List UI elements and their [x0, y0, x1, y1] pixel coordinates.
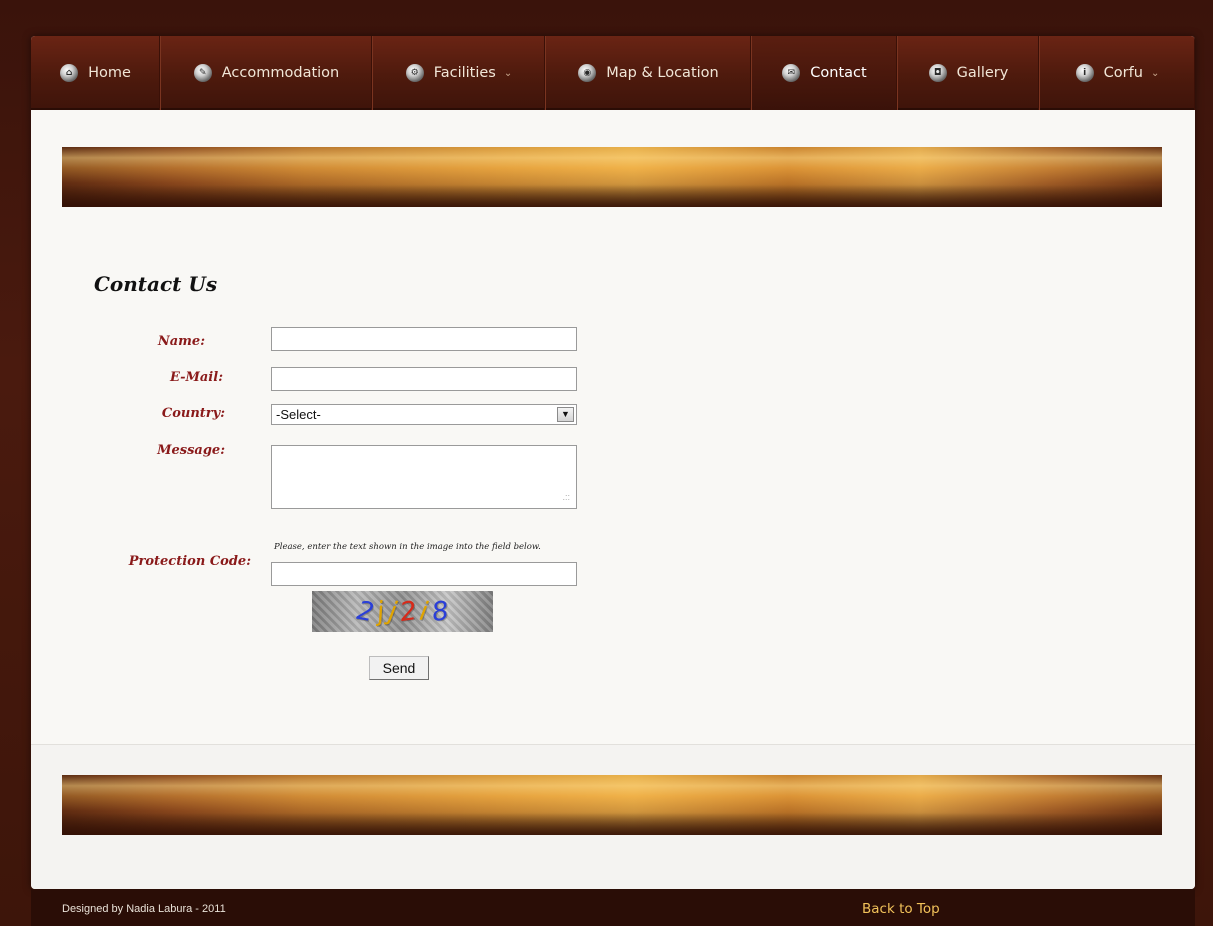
protection-code-label: Protection Code: [128, 554, 251, 569]
home-icon: ⌂ [60, 64, 79, 82]
email-label: E-Mail: [169, 370, 223, 385]
country-select-value: -Select- [276, 407, 321, 422]
name-field[interactable] [271, 327, 577, 351]
chevron-down-icon: ⌄ [503, 67, 513, 79]
dropdown-arrow-icon: ▼ [557, 407, 574, 422]
nav-item-label: Accommodation [221, 65, 340, 81]
nav-item-label: Facilities [433, 65, 496, 81]
captcha-char: j [386, 596, 399, 627]
country-label: Country: [161, 406, 225, 421]
captcha-image: 2jj2i8 [312, 591, 493, 632]
designer-credit: Designed by Nadia Labura - 2011 [62, 903, 226, 915]
page-container: ⌂ Home ✎ Accommodation ⚙ Facilities ⌄ ◉ … [31, 36, 1195, 889]
captcha-char: 2 [354, 595, 376, 628]
bottom-bar: Designed by Nadia Labura - 2011 Back to … [31, 889, 1195, 926]
captcha-input[interactable] [271, 562, 577, 586]
nav-item-map-location[interactable]: ◉ Map & Location [546, 36, 752, 110]
resize-grip-icon: .:: [562, 492, 570, 502]
captcha-hint: Please, enter the text shown in the imag… [274, 542, 541, 552]
main-nav: ⌂ Home ✎ Accommodation ⚙ Facilities ⌄ ◉ … [31, 36, 1195, 110]
info-icon: i [1075, 64, 1094, 82]
nav-item-label: Contact [810, 65, 867, 81]
message-textarea[interactable]: .:: [271, 445, 577, 509]
nav-item-gallery[interactable]: ◘ Gallery [898, 36, 1040, 110]
gear-icon: ⚙ [405, 64, 424, 82]
name-label: Name: [157, 334, 205, 349]
nav-item-label: Corfu [1103, 65, 1143, 81]
email-field[interactable] [271, 367, 577, 391]
nav-item-corfu[interactable]: i Corfu ⌄ [1040, 36, 1195, 110]
nav-item-facilities[interactable]: ⚙ Facilities ⌄ [373, 36, 546, 110]
nav-item-contact[interactable]: ✉ Contact [752, 36, 898, 110]
nav-item-home[interactable]: ⌂ Home [31, 36, 161, 110]
nav-item-label: Home [88, 65, 131, 81]
send-button[interactable]: Send [369, 656, 429, 680]
captcha-char: j [375, 596, 387, 627]
header-banner-image [62, 147, 1162, 207]
country-select[interactable]: -Select- ▼ [271, 404, 577, 425]
captcha-char: i [417, 596, 431, 627]
nav-item-label: Gallery [956, 65, 1009, 81]
nav-item-label: Map & Location [606, 65, 719, 81]
chevron-down-icon: ⌄ [1150, 67, 1160, 79]
page-title: Contact Us [94, 272, 218, 296]
captcha-char: 8 [429, 595, 451, 628]
back-to-top-link[interactable]: Back to Top [862, 901, 940, 917]
nav-item-accommodation[interactable]: ✎ Accommodation [161, 36, 373, 110]
key-icon: ✎ [193, 64, 212, 82]
captcha-char: 2 [397, 595, 419, 628]
message-label: Message: [157, 443, 225, 458]
footer-banner-image [62, 775, 1162, 835]
globe-icon: ◉ [578, 64, 597, 82]
camera-icon: ◘ [928, 64, 947, 82]
mail-icon: ✉ [782, 64, 801, 82]
